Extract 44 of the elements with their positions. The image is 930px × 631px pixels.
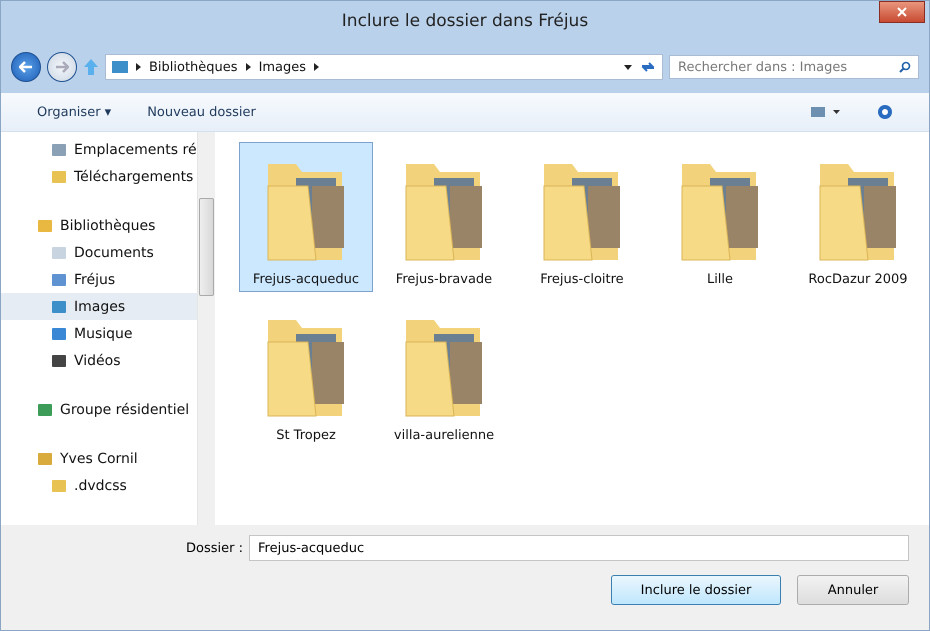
folder-item[interactable]: St Tropez <box>239 298 373 448</box>
view-options-icon[interactable] <box>811 106 841 118</box>
folder-item[interactable]: Frejus-cloitre <box>515 142 649 292</box>
help-icon[interactable] <box>877 104 893 120</box>
back-button[interactable] <box>11 52 41 82</box>
back-arrow-icon <box>19 61 33 73</box>
sidebar-item[interactable]: Téléchargements <box>1 163 197 190</box>
toolbar-button[interactable]: Organiser ▾ <box>37 104 112 120</box>
folder-item[interactable]: RocDazur 2009 <box>791 142 925 292</box>
chevron-icon <box>314 63 320 71</box>
folder-item[interactable]: Lille <box>653 142 787 292</box>
sidebar-item[interactable]: Bibliothèques <box>1 212 197 239</box>
window-title: Inclure le dossier dans Fréjus <box>342 11 588 31</box>
chevron-icon <box>136 63 141 71</box>
breadcrumb-item[interactable]: Bibliothèques <box>149 60 238 74</box>
dropdown-arrow-icon[interactable] <box>624 64 632 70</box>
forward-arrow-icon <box>55 61 69 73</box>
address-bar[interactable]: Bibliothèques Images <box>105 54 663 80</box>
folder-name-field[interactable]: Frejus-acqueduc <box>249 535 909 561</box>
search-field[interactable]: Rechercher dans : Images <box>669 55 919 79</box>
breadcrumb-item[interactable]: Images <box>258 60 306 74</box>
folder-item[interactable]: Frejus-acqueduc <box>239 142 373 292</box>
sidebar-item[interactable]: Fréjus <box>1 266 197 293</box>
forward-button[interactable] <box>47 52 77 82</box>
sidebar-item[interactable]: .dvdcss <box>1 472 197 499</box>
folder-item[interactable]: Frejus-bravade <box>377 142 511 292</box>
scrollbar[interactable] <box>197 132 215 525</box>
sidebar-item[interactable]: Musique <box>1 320 197 347</box>
sidebar-item[interactable]: Images <box>1 293 197 320</box>
chevron-icon <box>246 63 251 71</box>
include-button[interactable]: Inclure le dossier <box>611 575 781 605</box>
sidebar-item[interactable]: Emplacements ré <box>1 136 197 163</box>
folder-item[interactable]: villa-aurelienne <box>377 298 511 448</box>
sidebar-item[interactable]: Vidéos <box>1 347 197 374</box>
sidebar-item[interactable]: Groupe résidentiel <box>1 396 197 423</box>
field-label: Dossier : <box>186 540 243 556</box>
search-icon[interactable] <box>899 61 911 73</box>
cancel-button[interactable]: Annuler <box>797 575 909 605</box>
sidebar-item[interactable]: Yves Cornil <box>1 445 197 472</box>
close-icon <box>897 7 907 17</box>
close-button[interactable] <box>879 1 925 23</box>
refresh-icon[interactable] <box>640 60 656 74</box>
sidebar-item[interactable]: Documents <box>1 239 197 266</box>
toolbar-button[interactable]: Nouveau dossier <box>147 104 256 120</box>
